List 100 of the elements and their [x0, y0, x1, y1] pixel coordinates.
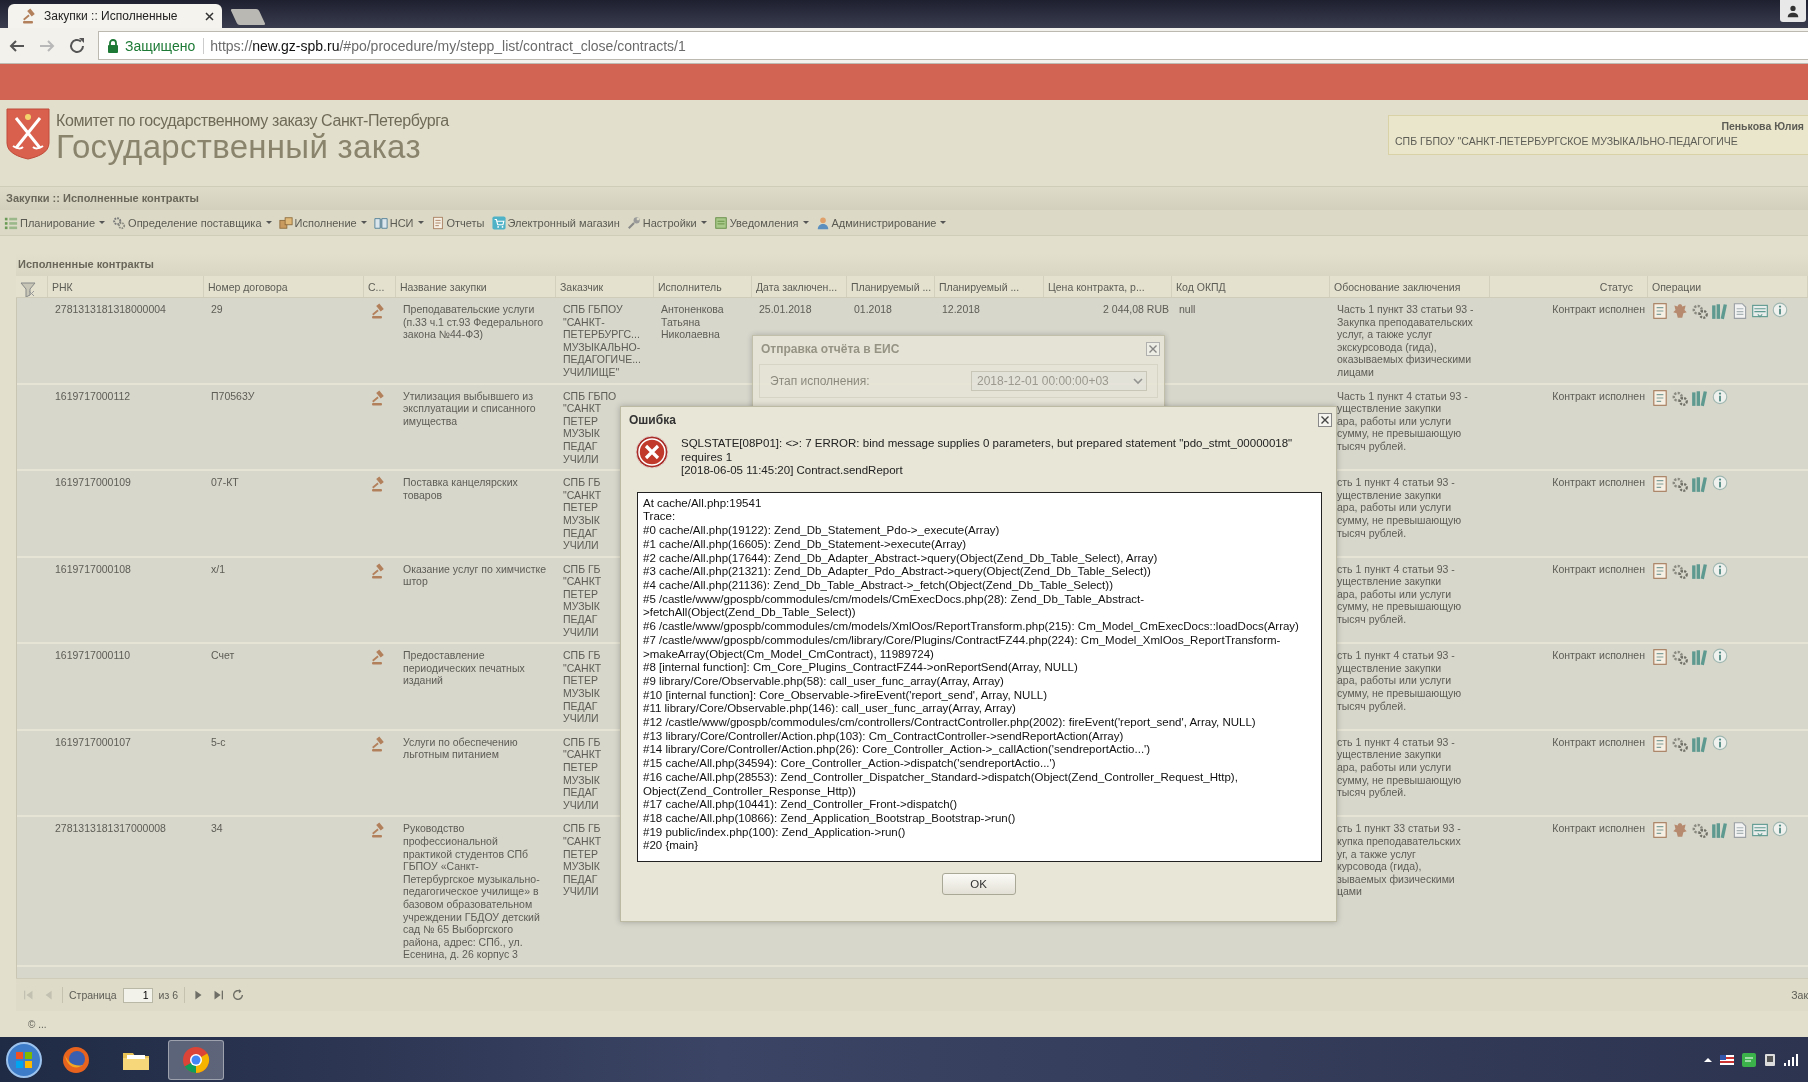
- trace-line: #11 library/Core/Observable.php(146): call_user_func_array(Array, Array): [643, 702, 1017, 717]
- column-header[interactable]: Название закупки: [396, 276, 556, 297]
- table-cell: 1619717000108: [55, 562, 131, 576]
- menu-item[interactable]: Настройки: [626, 215, 707, 230]
- document-icon: [430, 215, 445, 230]
- column-header[interactable]: РНК: [48, 276, 204, 297]
- field-label: Этап исполнения:: [770, 374, 870, 388]
- signal-icon[interactable]: [1784, 1053, 1798, 1066]
- emblem-icon[interactable]: [1671, 821, 1689, 840]
- menu-item[interactable]: Администрирование: [815, 215, 947, 230]
- table-cell: Преподавательские услуги (п.33 ч.1 ст.93 Федерального закона №44-ФЗ): [403, 303, 544, 341]
- column-header[interactable]: Планируемый ...: [847, 276, 935, 297]
- gears-icon[interactable]: [1671, 475, 1689, 494]
- gears-icon[interactable]: [1691, 821, 1709, 840]
- info-icon[interactable]: [1711, 561, 1729, 580]
- status-text: © ...: [27, 1017, 48, 1032]
- table-cell: сть 1 пункт 4 статьи 93 - уществление закупки ара, работы или услуги сумму, не превышающую тысяч рублей.: [1337, 562, 1462, 626]
- page-icon[interactable]: [1731, 821, 1749, 840]
- refresh-icon[interactable]: [231, 988, 246, 1002]
- reload-icon[interactable]: [68, 36, 86, 55]
- filter-icon[interactable]: [20, 281, 36, 297]
- menu-item[interactable]: Отчеты: [430, 215, 485, 230]
- menu-item[interactable]: Планирование: [4, 215, 106, 230]
- document-icon[interactable]: [1651, 388, 1669, 407]
- browser-tab[interactable]: Закупки :: Исполненные: [8, 4, 222, 28]
- table-cell: 2 044,08 RUB: [1103, 303, 1169, 316]
- table-cell: Контракт исполнен: [1552, 389, 1645, 403]
- document-icon[interactable]: [1651, 821, 1669, 840]
- column-header[interactable]: Цена контракта, р...: [1044, 276, 1172, 297]
- document-icon[interactable]: [1651, 302, 1669, 320]
- chat-icon[interactable]: [1742, 1052, 1756, 1067]
- column-header[interactable]: С...: [364, 276, 396, 297]
- document-icon[interactable]: [1651, 648, 1669, 667]
- trace-line: #3 cache/All.php(21321): Zend_Db_Adapter_Pdo_Abstract->query(Object(Zend_Db_Table_Select)): [643, 565, 1152, 579]
- table-cell: П70563У: [211, 389, 255, 403]
- table-cell: Контракт исполнен: [1552, 649, 1645, 662]
- table-cell: Поставка канцелярских товаров: [403, 476, 518, 502]
- records-info: Зак: [1791, 989, 1808, 1001]
- column-header[interactable]: Исполнитель: [654, 276, 752, 297]
- shield-logo: [6, 108, 50, 160]
- start-button[interactable]: [4, 1039, 44, 1080]
- table-cell: СПБ ГБ "САНКТ ПЕТЕР МУЗЫК ПЕДАГ УЧИЛИ: [563, 822, 602, 898]
- table-cell: 2781313181317000008: [55, 822, 166, 835]
- close-icon[interactable]: [205, 11, 214, 21]
- gears-icon[interactable]: [1671, 648, 1689, 667]
- menu-item[interactable]: Уведомления: [713, 215, 809, 230]
- trace-line: #19 public/index.php(100): Zend_Application->run(): [643, 825, 907, 840]
- trace-line: #17 cache/All.php(10441): Zend_Controller_Front->dispatch(): [643, 798, 959, 812]
- books-icon[interactable]: [1711, 821, 1729, 840]
- info-icon[interactable]: [1771, 302, 1789, 320]
- trace-line: #13 library/Core/Controller/Action.php(103): Cm_ContractController->sendReportAction(Array): [643, 729, 1125, 744]
- column-header[interactable]: Планируемый ...: [935, 276, 1044, 297]
- up-arrow-icon[interactable]: [1704, 1055, 1712, 1064]
- trace-line: >makeArray(Object(Cm_Model_CmContract), 11989724): [643, 647, 935, 662]
- gears-icon[interactable]: [1691, 302, 1709, 320]
- table-cell: 1619717000110: [55, 649, 131, 662]
- emblem-icon[interactable]: [1671, 302, 1689, 320]
- column-header[interactable]: Код ОКПД: [1172, 276, 1330, 297]
- page-icon[interactable]: [1731, 302, 1749, 320]
- gears-icon: [112, 215, 127, 230]
- ok-button[interactable]: OK: [941, 872, 1016, 895]
- boxes-icon: [278, 215, 293, 230]
- menu-item[interactable]: Определение поставщика: [112, 215, 272, 230]
- lock-icon: [107, 38, 119, 53]
- address-field[interactable]: Защищено https://new.gz-spb.ru/#po/procedure/my/stepp_list/contract_close/contracts/1: [98, 31, 1808, 60]
- column-header[interactable]: Дата заключен...: [752, 276, 847, 297]
- trace-line: #7 /castle/www/gpospb/commodules/cm/library/Core/Plugins/ContractFZ44.php(224): Cm_Model_XmlOos_ReportTransform-: [643, 633, 1282, 648]
- page-input[interactable]: 1: [122, 987, 153, 1003]
- document-icon[interactable]: [1651, 475, 1669, 494]
- profile-button[interactable]: [1780, 0, 1806, 22]
- books-icon[interactable]: [1691, 388, 1709, 407]
- device-icon[interactable]: [1764, 1052, 1776, 1067]
- column-header[interactable]: Заказчик: [556, 276, 654, 297]
- tray-icon[interactable]: [1751, 302, 1769, 320]
- table-cell: сть 1 пункт 4 статьи 93 - уществление закупки ара, работы или услуги сумму, не превышающую тысяч рублей.: [1337, 735, 1462, 799]
- menu-item[interactable]: Исполнение: [278, 215, 367, 230]
- books-icon[interactable]: [1691, 475, 1709, 494]
- column-header[interactable]: Номер договора: [204, 276, 364, 297]
- document-icon[interactable]: [1651, 734, 1669, 753]
- books-icon[interactable]: [1691, 561, 1709, 580]
- books-icon[interactable]: [1711, 302, 1729, 320]
- page-count: из 6: [158, 989, 179, 1001]
- table-cell: СПБ ГБ "САНКТ ПЕТЕР МУЗЫК ПЕДАГ УЧИЛИ: [563, 476, 602, 552]
- flag-icon[interactable]: [1720, 1054, 1734, 1065]
- info-icon[interactable]: [1711, 734, 1729, 753]
- document-icon[interactable]: [1651, 561, 1669, 580]
- close-icon[interactable]: [1318, 413, 1332, 427]
- taskbar-button[interactable]: [168, 1039, 224, 1080]
- security-label: Защищено: [125, 37, 205, 54]
- table-cell: 07-КТ: [211, 476, 239, 489]
- menu-item[interactable]: Электронный магазин: [491, 215, 620, 230]
- info-icon[interactable]: [1711, 388, 1729, 407]
- books-icon[interactable]: [1691, 734, 1709, 753]
- new-tab-button[interactable]: [230, 9, 266, 25]
- column-header[interactable]: Статус: [1490, 276, 1648, 297]
- menu-item[interactable]: НСИ: [373, 215, 424, 230]
- books-icon[interactable]: [1691, 648, 1709, 667]
- table-cell: СПБ ГБ "САНКТ ПЕТЕР МУЗЫК ПЕДАГ УЧИЛИ: [563, 562, 602, 639]
- column-header[interactable]: Обоснование заключения: [1330, 276, 1490, 297]
- column-header[interactable]: Операции: [1648, 276, 1808, 297]
